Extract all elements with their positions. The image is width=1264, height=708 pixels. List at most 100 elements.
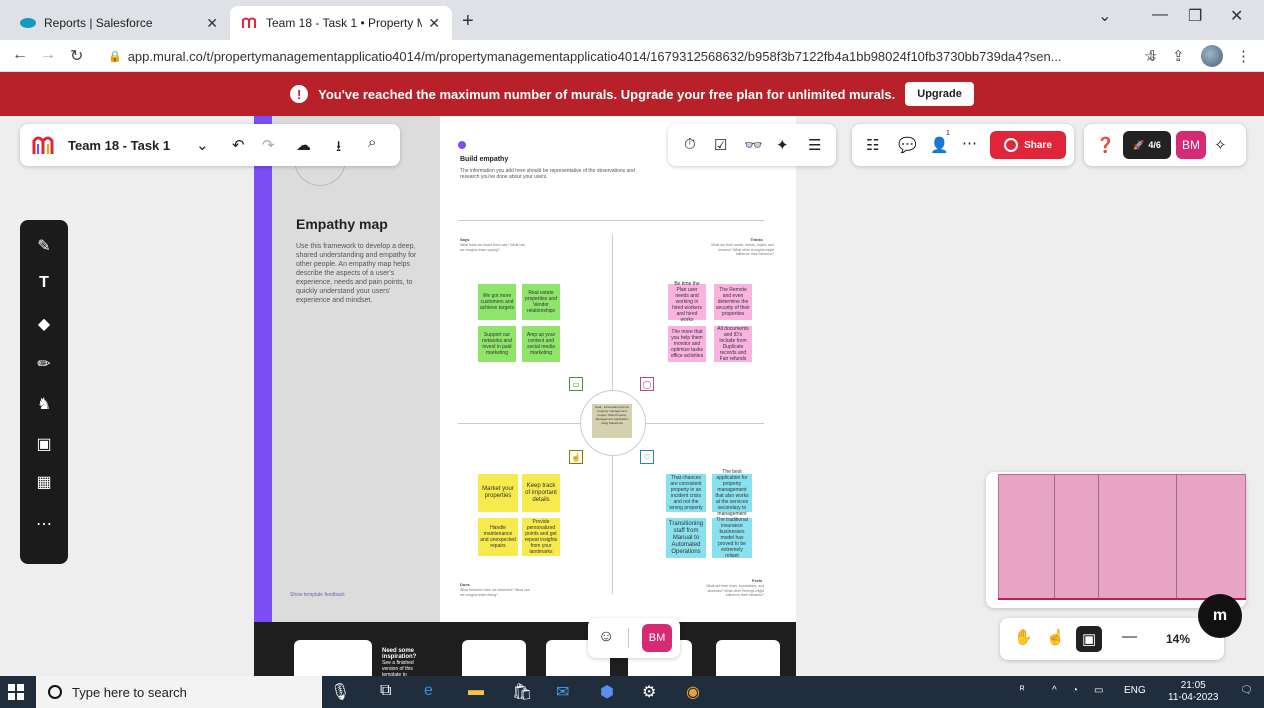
mural-help-button[interactable]: m [1198,594,1242,638]
tab-salesforce[interactable]: Reports | Salesforce ✕ [8,6,230,40]
back-icon[interactable]: ← [12,46,28,64]
reload-icon[interactable]: ↻ [70,46,83,66]
tab-search-chevron-icon[interactable]: ⌄ [1098,6,1111,26]
warning-icon: ! [290,85,309,103]
sticky-note[interactable]: Keep track of important details [522,474,560,512]
close-tab-icon[interactable]: ✕ [428,15,440,32]
profile-avatar[interactable] [1201,45,1223,67]
more-tools-icon[interactable]: ⋯ [20,514,68,534]
new-tab-icon[interactable]: + [462,10,474,33]
store-icon[interactable]: 🛍 [512,682,532,702]
upgrade-button[interactable]: Upgrade [905,82,974,106]
image-tool-icon[interactable]: ▣ [20,434,68,454]
app-hexagon-icon[interactable]: ⬢ [600,682,614,702]
text-tool-icon[interactable]: T [20,274,68,292]
minimize-icon[interactable]: — [1152,6,1168,24]
task-view-icon[interactable]: ⧉ [380,682,391,700]
private-mode-icon[interactable]: 👓 [744,136,763,154]
presence-avatar[interactable]: BM [642,624,672,652]
sticky-note[interactable]: The Remote and even determine the securi… [714,284,752,320]
sticky-note[interactable]: The traditional insurance businesses mod… [712,517,752,559]
laser-pointer-icon[interactable]: ✦ [776,136,789,154]
close-tab-icon[interactable]: ✕ [206,15,218,32]
taskbar-search[interactable]: Type here to search [36,676,322,708]
share-page-icon[interactable]: ⇪ [1172,47,1185,65]
tray-chevron-icon[interactable]: ^ [1052,685,1057,696]
battery-icon[interactable]: ▭ [1094,685,1103,696]
browser-menu-icon[interactable]: ⋮ [1236,47,1251,65]
select-hand-icon[interactable]: ☝ [1046,628,1065,646]
clock[interactable]: 21:05 11-04-2023 [1168,680,1218,704]
bookmark-star-icon[interactable]: ☆ [1144,47,1157,65]
sticky-note[interactable]: Amp up your content and social media mar… [522,326,560,362]
minimap-viewport[interactable] [998,474,1246,600]
minimap-divider [1054,474,1055,600]
zoom-out-icon[interactable]: — [1122,628,1137,645]
template-feedback-link[interactable]: Show template feedback [290,592,345,598]
sticky-note[interactable]: Transitioning staff from Manual to Autom… [666,518,706,558]
sticky-note[interactable]: The more that you help them monitor and … [668,326,706,362]
hand-icon[interactable]: ✋ [1014,628,1033,646]
template-thumbnail[interactable] [294,640,372,676]
template-title: Empathy map [296,216,388,232]
user-avatar[interactable]: BM [1176,131,1206,159]
more-options-icon[interactable]: ⋯ [962,134,977,152]
language-indicator[interactable]: ENG [1124,685,1146,696]
sticky-note[interactable]: Market your properties [478,474,518,512]
template-thumbnail[interactable] [462,640,526,676]
sticky-note[interactable]: The best application for property manage… [712,469,752,517]
url-field[interactable]: 🔒 app.mural.co/t/propertymanagementappli… [108,44,1148,68]
draw-tool-icon[interactable]: ✏ [20,354,68,374]
windows-start-icon[interactable] [8,684,24,700]
settings-gear-icon[interactable]: ⚙ [642,682,656,702]
comments-icon[interactable]: 💬 [898,136,917,154]
template-description: Use this framework to develop a deep, sh… [296,243,417,304]
undo-icon[interactable]: ↶ [232,136,245,154]
chevron-down-icon[interactable]: ⌄ [196,136,209,154]
mail-icon[interactable]: ✉ [556,682,569,702]
sticky-note[interactable]: We got more customers and achieve target… [478,284,516,320]
close-window-icon[interactable]: ✕ [1230,6,1243,26]
sticky-note[interactable]: That chances are consistent property in … [666,474,706,512]
goal-sticky-note[interactable]: Goal - information flow for property man… [592,404,632,438]
shapes-tool-icon[interactable]: ◆ [20,314,68,334]
reaction-emoji-icon[interactable]: ☺ [598,628,614,646]
sticky-note[interactable]: Handle maintenance and unexpected repair… [478,518,518,556]
sticky-note-tool-icon[interactable]: ✎ [20,236,68,256]
mural-logo-icon[interactable] [32,135,54,155]
timer-icon[interactable]: ⏱ [684,136,696,153]
onboarding-progress-button[interactable]: 🚀 4/6 [1123,131,1171,159]
zoom-level[interactable]: 14% [1166,632,1190,646]
outline-icon[interactable]: ☰ [808,136,821,154]
share-button[interactable]: Share [990,131,1066,159]
activity-icon[interactable]: ☷ [866,136,879,154]
edge-icon[interactable]: e [424,682,433,700]
chrome-icon[interactable]: ◉ [686,682,700,702]
notifications-icon[interactable]: 🗨 [1240,685,1253,696]
sticky-note[interactable]: Support our networks and invest in paid … [478,326,516,362]
microphone-icon[interactable]: 🎙 [330,682,350,702]
cloud-sync-icon[interactable]: ☁ [296,136,311,154]
sticky-note[interactable]: Provide personalized points and get repe… [522,518,560,556]
help-icon[interactable]: ❓ [1096,136,1115,154]
redo-icon[interactable]: ↷ [262,136,275,154]
ai-sparkle-icon[interactable]: ✧ [1214,136,1227,154]
sticky-note[interactable]: Be time the Plan user needs and working … [668,281,706,323]
tab-mural[interactable]: Team 18 - Task 1 • Property Mana ✕ [230,6,452,40]
forward-icon[interactable]: → [40,46,56,64]
search-icon[interactable]: ⌕ [368,134,376,151]
inspiration-title: Need some inspiration? [382,648,417,660]
icons-tool-icon[interactable]: ♞ [20,394,68,414]
members-icon[interactable]: 👤 [930,136,949,154]
mural-title[interactable]: Team 18 - Task 1 [68,138,170,153]
sticky-note[interactable]: All documents and ID's include from Dupl… [714,326,752,362]
voting-icon[interactable]: ☑ [714,136,727,154]
people-icon[interactable]: ᴿ [1020,685,1025,696]
export-icon[interactable]: ⭳ [336,136,341,161]
templates-tool-icon[interactable]: ▦ [20,472,68,492]
restore-icon[interactable]: ❐ [1188,6,1202,26]
file-explorer-icon[interactable]: ▬ [468,682,484,700]
sticky-note[interactable]: Real estate properties and Vendor relati… [522,284,560,320]
wifi-icon[interactable]: ◔ [1072,685,1078,696]
template-thumbnail[interactable] [716,640,780,676]
